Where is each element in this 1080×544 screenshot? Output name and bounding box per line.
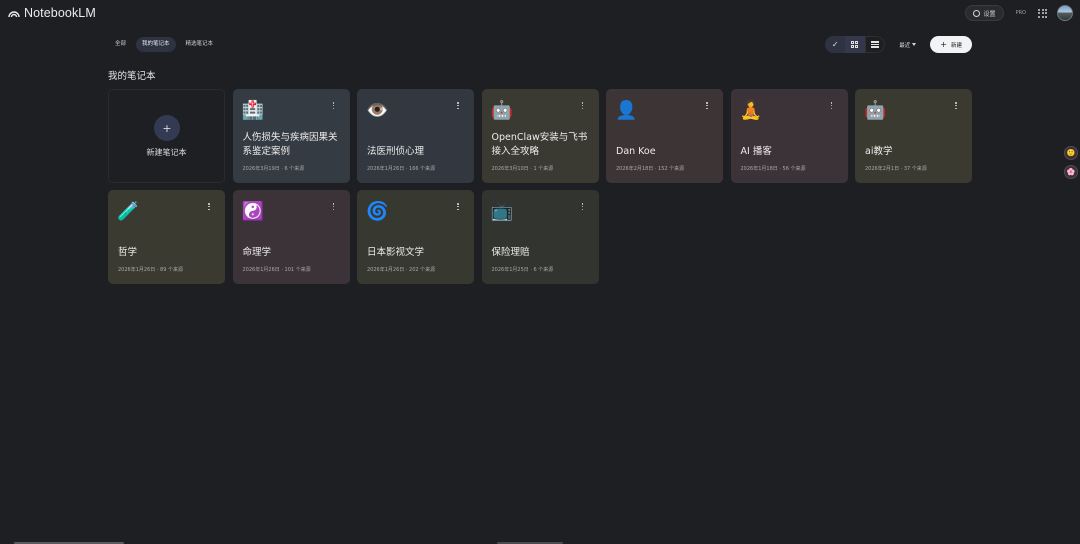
plus-icon: + xyxy=(940,39,947,49)
top-bar: NotebookLM 设置 PRO xyxy=(0,0,1080,30)
create-notebook-card[interactable]: + 新建笔记本 xyxy=(108,89,225,183)
more-options-icon[interactable] xyxy=(456,102,460,110)
notebook-meta: 2026年3月19日 · 6 个来源 xyxy=(242,166,305,172)
yin-yang-icon: ☯️ xyxy=(241,201,264,222)
more-options-icon[interactable] xyxy=(581,203,585,211)
view-toggle: ✓ xyxy=(825,36,886,53)
more-options-icon[interactable] xyxy=(830,102,834,110)
notebook-card[interactable]: 🧪 哲学 2026年1月26日 · 89 个来源 xyxy=(108,190,225,284)
list-view-button[interactable] xyxy=(865,36,886,53)
tab-all[interactable]: 全部 xyxy=(109,37,132,52)
more-options-icon[interactable] xyxy=(705,102,709,110)
notebook-meta: 2026年1月26日 · 202 个来源 xyxy=(367,267,436,273)
notebook-title: OpenClaw安装与飞书接入全攻略 xyxy=(491,132,588,157)
meditation-icon: 🧘 xyxy=(739,100,762,121)
caret-down-icon xyxy=(912,43,917,46)
filter-tabs: 全部 我的笔记本 精选笔记本 xyxy=(109,37,219,52)
more-options-icon[interactable] xyxy=(332,203,336,211)
apps-grid-icon[interactable] xyxy=(1038,8,1047,18)
more-options-icon[interactable] xyxy=(954,102,958,110)
tab-my-notebooks[interactable]: 我的笔记本 xyxy=(136,37,176,52)
notebook-title: Dan Koe xyxy=(616,146,656,157)
list-icon xyxy=(871,41,880,48)
page-title: 我的笔记本 xyxy=(108,71,156,82)
notebook-title: 人伤损失与疾病因果关系鉴定案例 xyxy=(242,132,338,157)
robot-icon: 🤖 xyxy=(864,100,887,121)
create-notebook-label: 新建笔记本 xyxy=(146,148,187,157)
notebook-title: 日本影视文学 xyxy=(367,247,425,258)
notebook-card[interactable]: 🌀 日本影视文学 2026年1月26日 · 202 个来源 xyxy=(357,190,474,284)
plus-icon: + xyxy=(154,115,180,141)
app-name: NotebookLM xyxy=(24,6,96,20)
notebook-card[interactable]: ☯️ 命理学 2026年1月26日 · 101 个来源 xyxy=(232,190,350,284)
floating-avatar-button[interactable]: 🙂 xyxy=(1064,146,1078,160)
more-options-icon[interactable] xyxy=(332,102,336,110)
eye-icon: 👁️ xyxy=(366,100,389,121)
avatar[interactable] xyxy=(1057,5,1073,21)
gear-icon xyxy=(972,9,980,17)
notebook-title: ai教学 xyxy=(865,146,893,157)
notebooklm-logo-icon xyxy=(8,11,20,18)
brand[interactable]: NotebookLM xyxy=(8,6,96,20)
notebook-meta: 2026年2月18日 · 152 个来源 xyxy=(616,166,685,172)
notebook-meta: 2026年1月26日 · 89 个来源 xyxy=(118,267,183,273)
notebook-card[interactable]: 👤 Dan Koe 2026年2月18日 · 152 个来源 xyxy=(606,89,723,183)
notebook-meta: 2026年1月18日 · 56 个来源 xyxy=(740,166,806,172)
hospital-icon: 🏥 xyxy=(241,100,264,121)
globe-icon: 🌀 xyxy=(366,201,389,222)
notebook-title: 法医刑侦心理 xyxy=(367,146,425,157)
notebook-title: 命理学 xyxy=(242,247,272,258)
notebook-meta: 2026年1月26日 · 166 个来源 xyxy=(367,166,436,172)
tools-icon: 🧪 xyxy=(117,201,140,222)
grid-icon xyxy=(851,40,859,49)
person-icon: 👤 xyxy=(615,100,638,121)
pro-badge: PRO xyxy=(1015,10,1026,16)
floating-assistant-button[interactable]: 🌸 xyxy=(1064,165,1078,179)
new-notebook-button[interactable]: + 新建 xyxy=(930,36,972,53)
view-controls: ✓ 最近 + 新建 xyxy=(825,36,972,53)
settings-button[interactable]: 设置 xyxy=(964,5,1004,21)
notebook-card[interactable]: 📺 保险理赔 2026年1月25日 · 6 个来源 xyxy=(481,190,599,284)
notebook-title: AI 播客 xyxy=(740,146,772,157)
notebook-meta: 2026年1月26日 · 101 个来源 xyxy=(242,267,311,273)
sort-label: 最近 xyxy=(899,42,911,49)
notebook-meta: 2026年1月25日 · 6 个来源 xyxy=(491,267,554,273)
more-options-icon[interactable] xyxy=(207,203,211,211)
notebook-card[interactable]: 🤖 ai教学 2026年2月1日 · 37 个来源 xyxy=(855,89,972,183)
notebook-card[interactable]: 🧘 AI 播客 2026年1月18日 · 56 个来源 xyxy=(730,89,848,183)
notebook-title: 哲学 xyxy=(118,247,138,258)
settings-label: 设置 xyxy=(983,10,996,18)
notebook-meta: 2026年2月1日 · 37 个来源 xyxy=(865,166,927,172)
new-button-label: 新建 xyxy=(950,42,962,49)
notebook-card[interactable]: 🏥 人伤损失与疾病因果关系鉴定案例 2026年3月19日 · 6 个来源 xyxy=(232,89,350,183)
robot-icon: 🤖 xyxy=(490,100,513,121)
notebook-card[interactable]: 👁️ 法医刑侦心理 2026年1月26日 · 166 个来源 xyxy=(357,89,474,183)
tv-icon: 📺 xyxy=(490,201,513,222)
tab-featured-notebooks[interactable]: 精选笔记本 xyxy=(180,37,220,52)
notebook-meta: 2026年3月10日 · 1 个来源 xyxy=(491,166,554,172)
floating-side-buttons: 🙂 🌸 xyxy=(1064,146,1078,179)
notebook-title: 保险理赔 xyxy=(491,247,530,258)
notebook-card[interactable]: 🤖 OpenClaw安装与飞书接入全攻略 2026年3月10日 · 1 个来源 xyxy=(481,89,599,183)
checkmark-icon[interactable]: ✓ xyxy=(825,36,846,53)
more-options-icon[interactable] xyxy=(581,102,585,110)
more-options-icon[interactable] xyxy=(456,203,460,211)
sort-dropdown[interactable]: 最近 xyxy=(893,41,922,49)
grid-view-button[interactable] xyxy=(845,36,866,53)
